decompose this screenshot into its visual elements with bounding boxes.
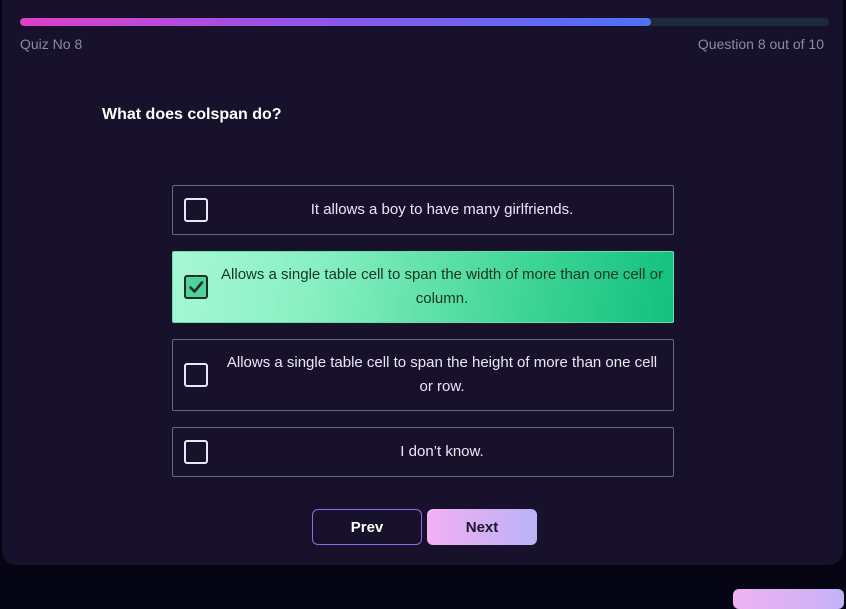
option-text: It allows a boy to have many girlfriends… bbox=[310, 201, 574, 218]
question-text: What does colspan do? bbox=[102, 106, 282, 123]
checkmark-icon bbox=[189, 281, 204, 293]
prev-button[interactable]: Prev bbox=[312, 509, 422, 545]
answer-option-2[interactable]: Allows a single table cell to span the w… bbox=[172, 251, 674, 323]
quiz-card: Quiz No 8 Question 8 out of 10 What does… bbox=[2, 0, 843, 565]
answer-option-1[interactable]: It allows a boy to have many girlfriends… bbox=[172, 185, 674, 235]
option-text: Allows a single table cell to span the w… bbox=[221, 266, 663, 307]
option-checkbox[interactable] bbox=[184, 363, 208, 387]
answer-option-4[interactable]: I don’t know. bbox=[172, 427, 674, 477]
option-checkbox[interactable] bbox=[184, 198, 208, 222]
option-checkbox-checked[interactable] bbox=[184, 275, 208, 299]
progress-bar-fill bbox=[20, 18, 652, 26]
progress-bar bbox=[20, 18, 829, 26]
option-text: Allows a single table cell to span the h… bbox=[226, 354, 658, 395]
floating-action-button[interactable] bbox=[733, 589, 844, 609]
answer-option-3[interactable]: Allows a single table cell to span the h… bbox=[172, 339, 674, 411]
next-button[interactable]: Next bbox=[427, 509, 537, 545]
option-checkbox[interactable] bbox=[184, 440, 208, 464]
option-text: I don’t know. bbox=[400, 443, 484, 460]
question-counter: Question 8 out of 10 bbox=[697, 36, 824, 52]
quiz-label: Quiz No 8 bbox=[20, 36, 83, 52]
